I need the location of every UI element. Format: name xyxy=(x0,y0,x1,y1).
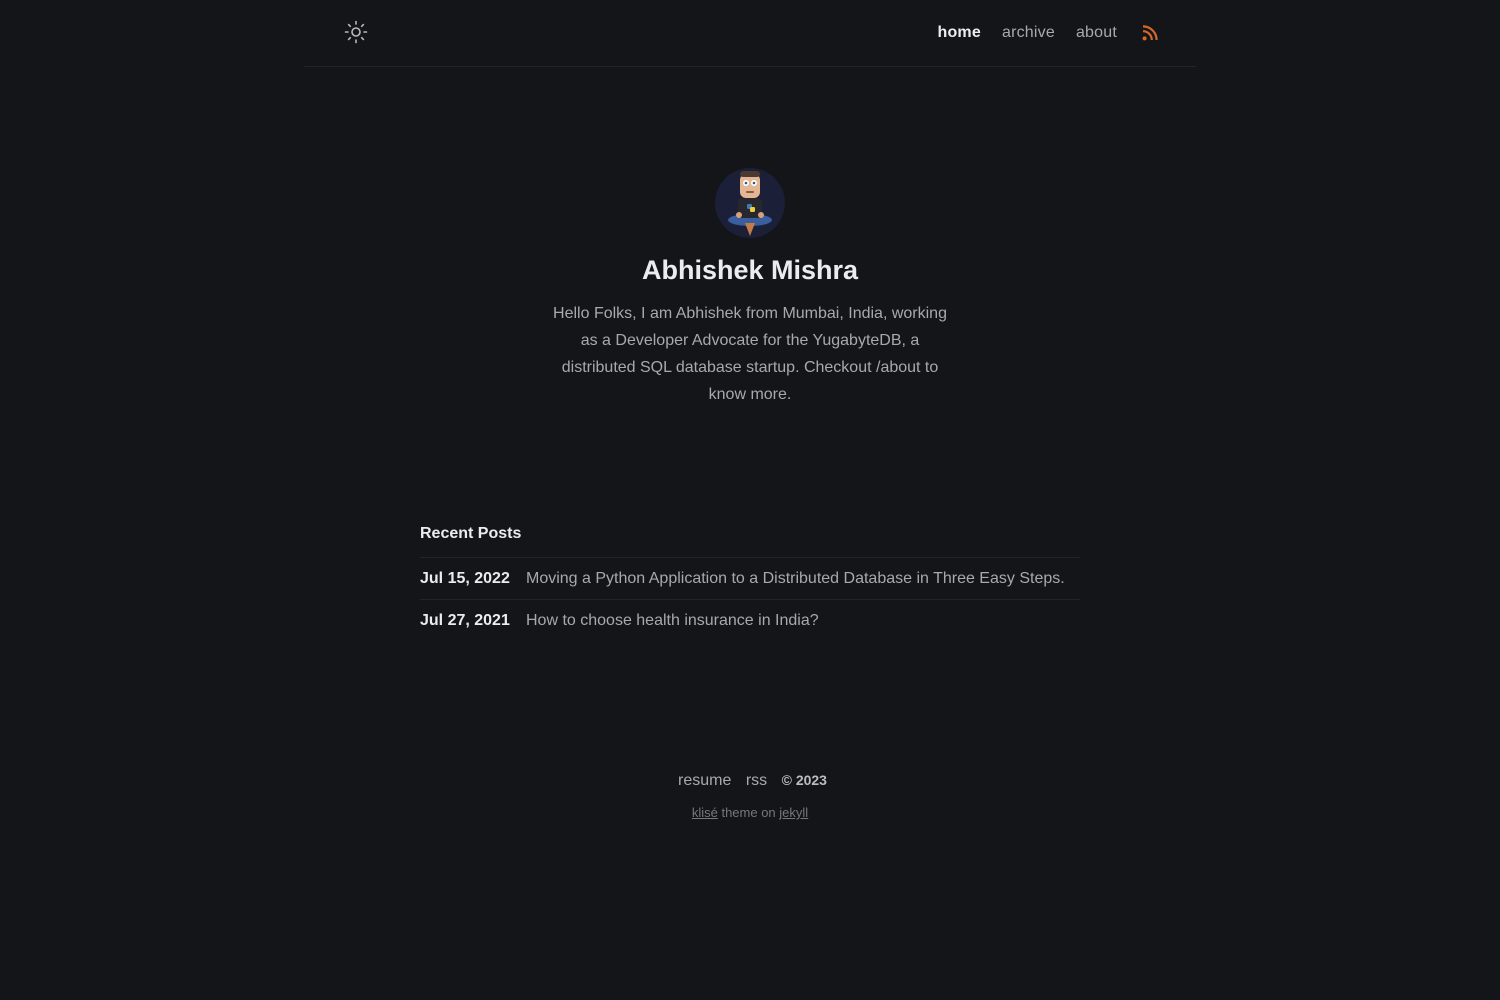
profile-name: Abhishek Mishra xyxy=(641,255,859,285)
footer-links: resume rss © 2023 xyxy=(0,772,1500,790)
theme-toggle-button[interactable] xyxy=(344,20,368,44)
nav-about-link[interactable]: about xyxy=(1076,24,1117,42)
footer-rss-link[interactable]: rss xyxy=(746,772,767,789)
recent-posts-heading: Recent Posts xyxy=(420,525,522,542)
rss-icon xyxy=(1142,25,1158,41)
nav-home-link[interactable]: home xyxy=(937,24,980,42)
page: home archive about Abhishek Mishra Hello… xyxy=(0,0,1500,1000)
rss-feed-button[interactable] xyxy=(1142,25,1158,41)
post-row: Jul 27, 2021 How to choose health insura… xyxy=(420,599,1080,641)
site-header: home archive about xyxy=(304,0,1196,67)
profile-bio: Hello Folks, I am Abhishek from Mumbai, … xyxy=(553,305,947,403)
main-nav: home archive about xyxy=(937,0,1158,66)
avatar-illustration xyxy=(715,168,785,238)
footer-copyright: © 2023 xyxy=(781,772,827,788)
avatar xyxy=(715,168,785,238)
theme-credit: klisé theme on jekyll xyxy=(0,805,1500,820)
recent-posts-section: Recent Posts Jul 15, 2022 Moving a Pytho… xyxy=(420,525,1080,641)
nav-archive-link[interactable]: archive xyxy=(1002,24,1055,42)
footer-resume-link[interactable]: resume xyxy=(678,772,731,789)
post-date: Jul 15, 2022 xyxy=(420,569,510,587)
post-title-link[interactable]: Moving a Python Application to a Distrib… xyxy=(526,570,1065,588)
post-title-link[interactable]: How to choose health insurance in India? xyxy=(526,612,819,630)
jekyll-link[interactable]: jekyll xyxy=(779,805,808,820)
post-row: Jul 15, 2022 Moving a Python Application… xyxy=(420,557,1080,599)
sun-icon xyxy=(344,20,368,44)
post-date: Jul 27, 2021 xyxy=(420,611,510,629)
credit-text: theme on xyxy=(721,805,776,820)
theme-link[interactable]: klisé xyxy=(692,805,718,820)
